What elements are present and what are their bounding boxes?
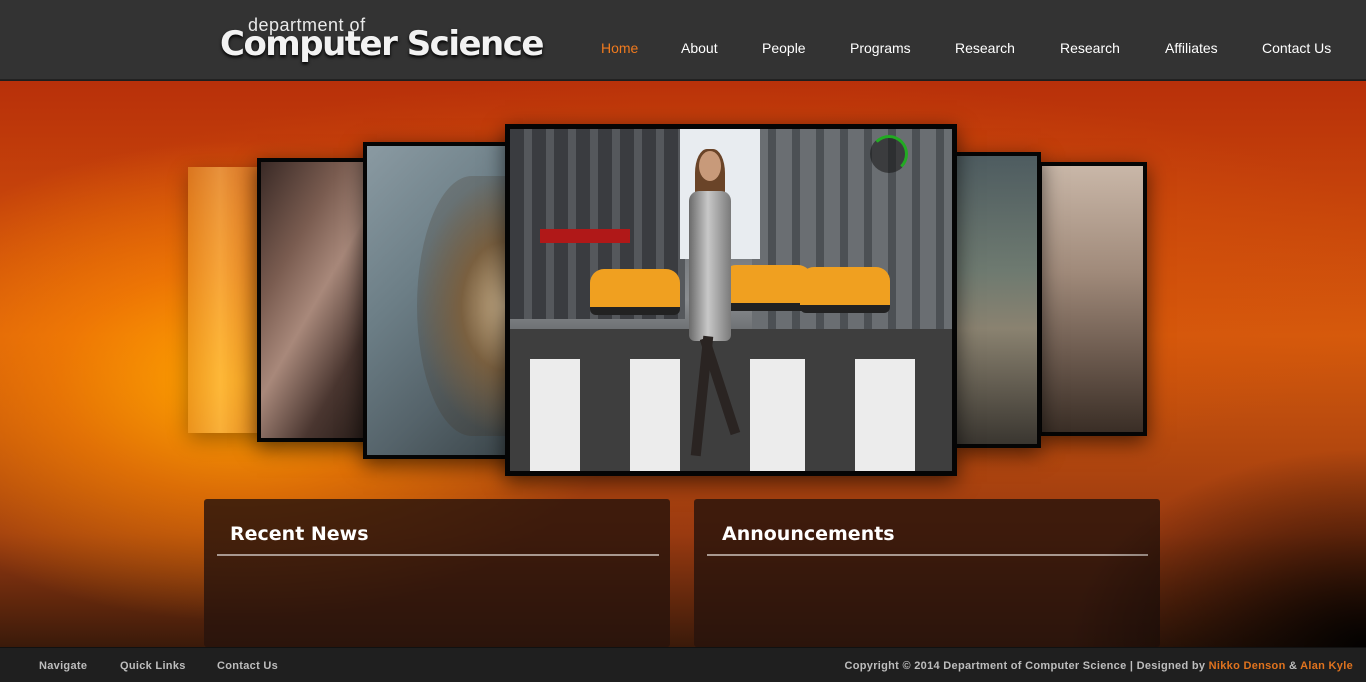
carousel-slide-right-1[interactable] — [953, 152, 1041, 448]
recent-news-title: Recent News — [230, 523, 369, 545]
recent-news-panel: Recent News — [204, 499, 670, 647]
main-nav: Home About People Programs Research Rese… — [0, 30, 1366, 66]
carousel-slide-right-2[interactable] — [1038, 162, 1147, 436]
carousel-slide-main[interactable] — [505, 124, 957, 476]
model-head — [699, 151, 721, 181]
footer-copyright: Copyright © 2014 Department of Computer … — [845, 660, 1354, 672]
nav-contact[interactable]: Contact Us — [1262, 40, 1331, 56]
copyright-amp: & — [1285, 660, 1301, 672]
footer-link-contact-us[interactable]: Contact Us — [217, 660, 278, 672]
carousel-slide-far-left[interactable] — [188, 167, 268, 433]
nav-research[interactable]: Research — [955, 40, 1015, 56]
nav-people[interactable]: People — [762, 40, 806, 56]
panel-divider — [217, 554, 659, 556]
carousel-slide-left-2[interactable] — [257, 158, 377, 442]
panel-divider — [707, 554, 1148, 556]
slide-image-model — [675, 149, 745, 457]
crosswalk-stripe — [530, 359, 580, 471]
footer-link-quick-links[interactable]: Quick Links — [120, 660, 186, 672]
crosswalk-stripe — [855, 359, 915, 471]
footer-link-navigate[interactable]: Navigate — [39, 660, 87, 672]
slide-image-awning — [540, 229, 630, 243]
crosswalk-stripe — [750, 359, 805, 471]
nav-affiliates[interactable]: Affiliates — [1165, 40, 1218, 56]
loading-spinner-icon — [870, 135, 908, 173]
nav-research-2[interactable]: Research — [1060, 40, 1120, 56]
nav-home[interactable]: Home — [601, 40, 638, 56]
nav-programs[interactable]: Programs — [850, 40, 911, 56]
designer-link-2[interactable]: Alan Kyle — [1300, 660, 1353, 672]
slide-image-taxi — [590, 269, 680, 315]
carousel-slide-left-1[interactable] — [363, 142, 523, 459]
hero-banner: Recent News Announcements — [0, 81, 1366, 647]
crosswalk-stripe — [630, 359, 680, 471]
slide-image-taxi — [800, 267, 890, 313]
site-header: department of Computer Science Home Abou… — [0, 0, 1366, 80]
model-dress — [689, 191, 731, 341]
designer-link-1[interactable]: Nikko Denson — [1209, 660, 1286, 672]
nav-about[interactable]: About — [681, 40, 718, 56]
site-footer: Navigate Quick Links Contact Us Copyrigh… — [0, 647, 1366, 682]
announcements-title: Announcements — [722, 523, 895, 545]
announcements-panel: Announcements — [694, 499, 1160, 647]
copyright-text: Copyright © 2014 Department of Computer … — [844, 660, 1209, 672]
